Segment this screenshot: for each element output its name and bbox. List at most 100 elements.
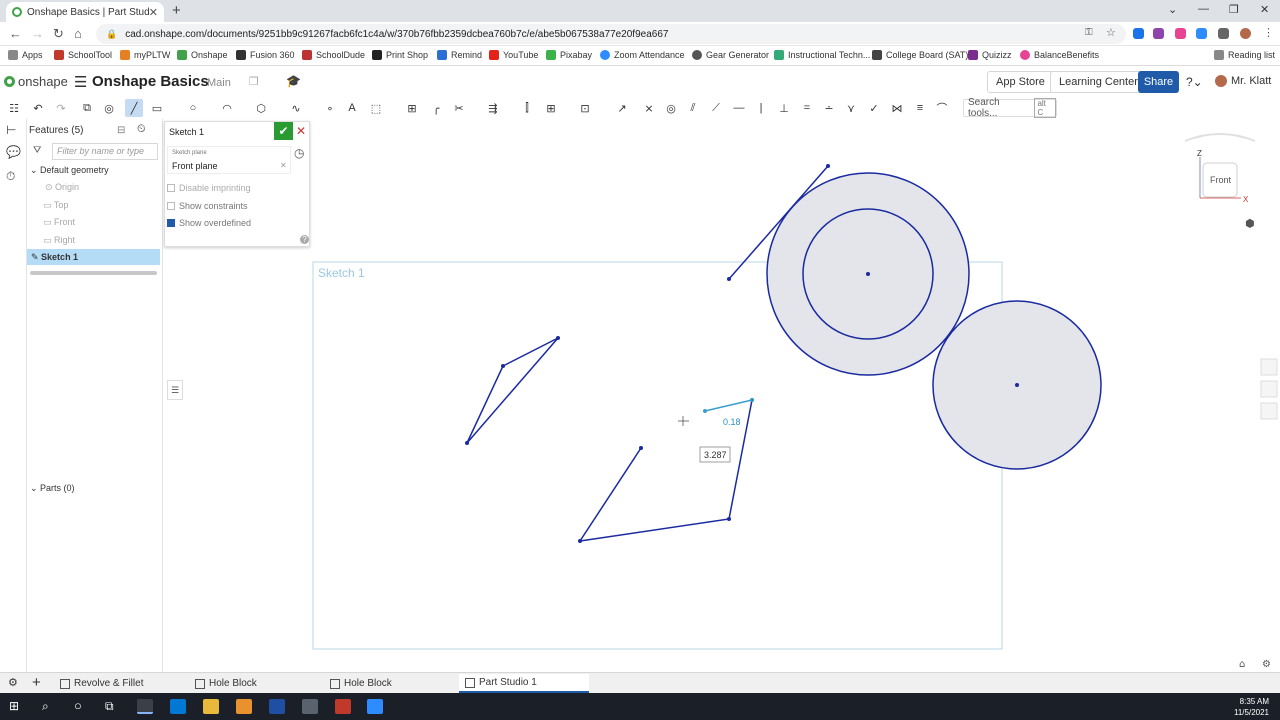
right-panel-icon[interactable] xyxy=(1260,402,1278,420)
right-panel-icon[interactable] xyxy=(1260,380,1278,398)
redo-icon[interactable]: ↷ xyxy=(52,99,70,117)
line-endpoint[interactable] xyxy=(826,164,830,168)
chrome-taskbar-icon[interactable] xyxy=(137,699,153,714)
line-endpoint[interactable] xyxy=(465,441,469,445)
graphics-canvas[interactable]: Sketch 1 0.18 3.287 Front Z X ⬢ ⌂ ⚙ xyxy=(163,119,1280,672)
copy-icon[interactable]: ⧉ xyxy=(78,99,96,117)
bookmark-item[interactable]: Zoom Attendance xyxy=(600,50,685,60)
show-overdefined-option[interactable]: Show overdefined xyxy=(167,218,251,228)
chevron-down-icon[interactable]: ⌄ xyxy=(1168,3,1177,16)
feature-scrollbar[interactable] xyxy=(30,271,157,275)
checkbox-checked[interactable] xyxy=(167,219,175,227)
fix-icon[interactable]: ≡ xyxy=(911,99,929,117)
polygon-tool-icon[interactable]: ⬡ xyxy=(252,99,270,117)
checkbox[interactable] xyxy=(167,184,175,192)
project-icon[interactable]: ⊞ xyxy=(403,99,421,117)
bookmark-item[interactable]: Gear Generator xyxy=(692,50,769,60)
construction-icon[interactable]: ⬚ xyxy=(367,99,385,117)
bookmark-item[interactable]: Onshape xyxy=(177,50,228,60)
comments-icon[interactable]: 💬 xyxy=(6,145,21,159)
undo-icon[interactable]: ↶ xyxy=(29,99,47,117)
zoom-extension-icon[interactable] xyxy=(1196,28,1207,39)
feature-filter-input[interactable]: Filter by name or type xyxy=(52,143,158,160)
bookmark-item[interactable]: Fusion 360 xyxy=(236,50,295,60)
tab-hole-block-2[interactable]: Hole Block xyxy=(324,674,454,693)
parts-node[interactable]: ⌄ Parts (0) xyxy=(30,483,75,494)
feature-list-icon[interactable]: ☷ xyxy=(5,99,23,117)
dimension-tool-icon[interactable]: ↗ xyxy=(613,99,631,117)
reading-list[interactable]: Reading list xyxy=(1214,50,1275,60)
default-geometry-node[interactable]: ⌄ Default geometry xyxy=(30,165,109,176)
line-endpoint[interactable] xyxy=(639,446,643,450)
text-tool-icon[interactable]: A xyxy=(343,99,361,117)
perpendicular-icon[interactable]: ⊥ xyxy=(775,99,793,117)
sketch-feature-node[interactable]: ✎ Sketch 1 xyxy=(31,252,78,263)
spline-tool-icon[interactable]: ∿ xyxy=(287,99,305,117)
close-tab-icon[interactable]: ✕ xyxy=(149,6,158,19)
tab-hole-block[interactable]: Hole Block xyxy=(189,674,319,693)
bookmark-item[interactable]: SchoolTool xyxy=(54,50,112,60)
url-input[interactable]: 🔒 cad.onshape.com/documents/9251bb9c9126… xyxy=(96,24,1126,44)
app-taskbar-icon[interactable] xyxy=(335,699,351,714)
bookmark-item[interactable]: Pixabay xyxy=(546,50,592,60)
arc-tool-icon[interactable]: ◠ xyxy=(218,99,236,117)
pattern-tool-icon[interactable]: ⊞ xyxy=(542,99,560,117)
help-icon[interactable]: ?⌄ xyxy=(1186,75,1203,89)
bookmark-item[interactable]: myPLTW xyxy=(120,50,170,60)
sketch-plane-field[interactable]: Sketch plane Front plane ✕ xyxy=(167,146,291,174)
share-button[interactable]: Share xyxy=(1138,71,1179,93)
home-icon[interactable]: ⌂ xyxy=(74,26,82,41)
line-endpoint[interactable] xyxy=(727,517,731,521)
rollback-icon[interactable]: ⊟ xyxy=(117,125,125,136)
settings-icon[interactable]: ⚙ xyxy=(1262,659,1271,670)
line-endpoint[interactable] xyxy=(501,364,505,368)
horizontal-icon[interactable]: — xyxy=(730,99,748,117)
bookmark-item[interactable]: College Board (SAT) xyxy=(872,50,968,60)
bookmark-item[interactable]: Remind xyxy=(437,50,482,60)
line-endpoint[interactable] xyxy=(556,336,560,340)
bookmark-item[interactable]: Quizizz xyxy=(968,50,1012,60)
extension-icon[interactable] xyxy=(1153,28,1164,39)
browser-tab[interactable]: Onshape Basics | Part Studio 1 ✕ xyxy=(6,2,164,22)
app-store-button[interactable]: App Store xyxy=(987,71,1054,93)
app-taskbar-icon[interactable] xyxy=(236,699,252,714)
document-name[interactable]: Onshape Basics xyxy=(92,73,209,90)
disable-imprinting-option[interactable]: Disable imprinting xyxy=(167,183,251,193)
forward-icon[interactable]: → xyxy=(31,26,44,41)
bookmark-item[interactable]: SchoolDude xyxy=(302,50,365,60)
versions-icon[interactable]: ❐ xyxy=(249,75,259,88)
offset-tool-icon[interactable]: ⇶ xyxy=(484,99,502,117)
filter-icon[interactable]: ⛛ xyxy=(33,145,41,156)
tangent-icon[interactable]: ⟋ xyxy=(707,99,725,117)
system-clock[interactable]: 8:35 AM 11/5/2021 xyxy=(1234,696,1269,718)
equal-icon[interactable]: = xyxy=(798,99,816,117)
history-icon[interactable]: ⏱ xyxy=(6,169,15,184)
line-endpoint[interactable] xyxy=(727,277,731,281)
view-cube-arc[interactable] xyxy=(1184,133,1256,142)
file-explorer-taskbar-icon[interactable] xyxy=(203,699,219,714)
bookmark-item[interactable]: Apps xyxy=(8,50,43,60)
extension-icon[interactable] xyxy=(1175,28,1186,39)
minimize-icon[interactable]: — xyxy=(1198,3,1209,15)
features-icon[interactable]: ⊢ xyxy=(6,123,16,137)
profile-icon[interactable] xyxy=(1240,28,1251,39)
cancel-button[interactable]: ✕ xyxy=(296,124,306,138)
fillet-tool-icon[interactable]: ╭ xyxy=(427,99,445,117)
menu-dots-icon[interactable]: ⋮ xyxy=(1263,26,1274,39)
close-window-icon[interactable]: ✕ xyxy=(1260,3,1269,16)
menu-icon[interactable]: ☰ xyxy=(74,73,87,91)
outlook-taskbar-icon[interactable] xyxy=(170,699,186,714)
coincident-icon[interactable]: ⨯ xyxy=(640,99,658,117)
circle-center-point[interactable] xyxy=(866,272,870,276)
right-panel-icon[interactable] xyxy=(1260,358,1278,376)
top-plane-node[interactable]: ▭ Top xyxy=(43,200,68,211)
front-plane-node[interactable]: ▭ Front xyxy=(43,217,75,228)
search-tools-input[interactable]: Search tools... alt C xyxy=(963,97,1057,119)
timer-icon[interactable]: ⏲ xyxy=(137,123,146,136)
rectangle-tool-icon[interactable]: ▭ xyxy=(148,99,166,117)
pierce-icon[interactable]: ✓ xyxy=(865,99,883,117)
point-tool-icon[interactable]: ∘ xyxy=(321,99,339,117)
display-mode-icon[interactable]: ⌂ xyxy=(1239,659,1245,670)
windows-start-icon[interactable]: ⊞ xyxy=(9,699,19,713)
calculator-taskbar-icon[interactable] xyxy=(302,699,318,714)
